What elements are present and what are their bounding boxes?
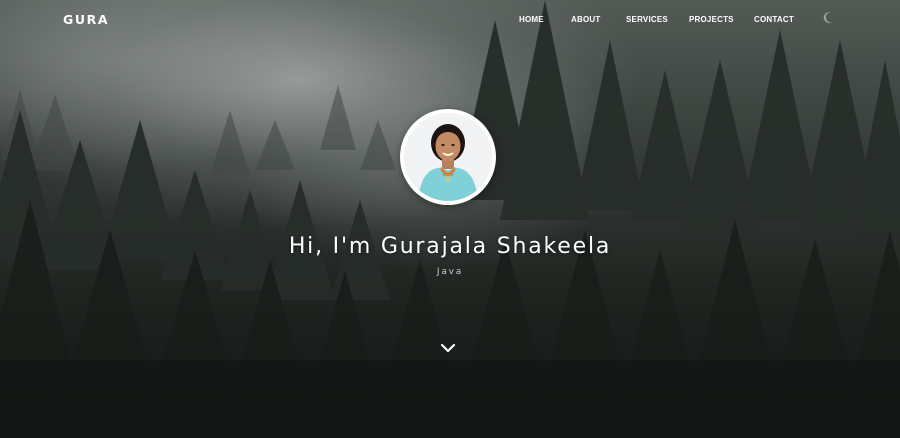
chevron-down-icon[interactable] xyxy=(439,341,457,355)
hero-title: Hi, I'm Gurajala Shakeela xyxy=(288,234,612,259)
nav-home-link[interactable]: HOME xyxy=(519,15,544,24)
profile-avatar xyxy=(400,109,496,205)
nav-projects-link[interactable]: PROJECTS xyxy=(689,15,734,24)
hero-subtitle: Java xyxy=(436,267,464,277)
hero-section: GURA HOME ABOUT SERVICES PROJECTS CONTAC… xyxy=(0,0,900,438)
hero-overlay xyxy=(0,0,900,438)
nav-services-link[interactable]: SERVICES xyxy=(626,15,668,24)
person-portrait-icon xyxy=(404,113,492,201)
navbar: GURA HOME ABOUT SERVICES PROJECTS CONTAC… xyxy=(0,0,900,40)
brand-logo[interactable]: GURA xyxy=(63,12,109,27)
moon-icon[interactable] xyxy=(822,11,836,25)
profile-photo xyxy=(404,113,492,201)
nav-about-link[interactable]: ABOUT xyxy=(571,15,600,24)
nav-contact-link[interactable]: CONTACT xyxy=(754,15,794,24)
